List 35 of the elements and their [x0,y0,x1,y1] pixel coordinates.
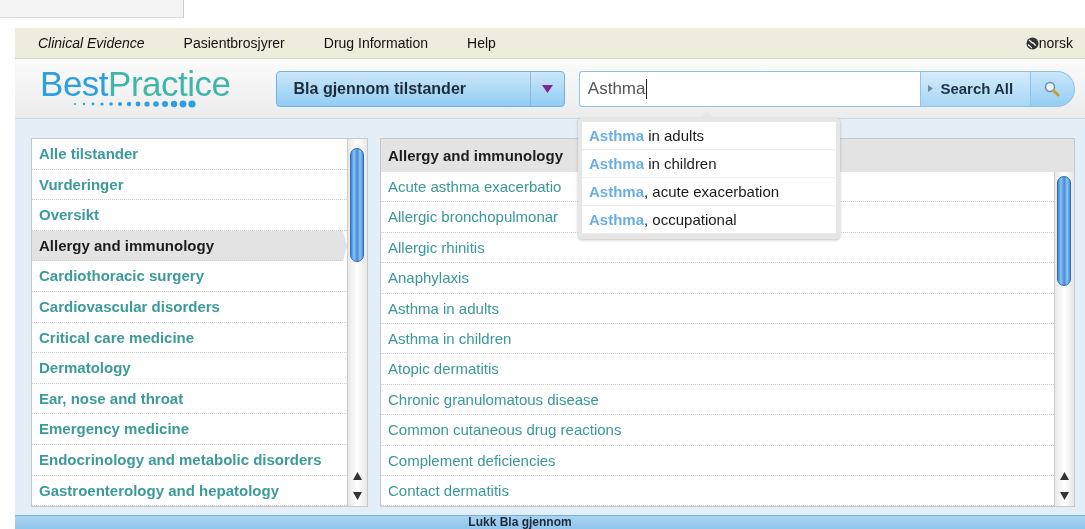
nav-link[interactable]: Drug Information [323,35,429,51]
suggestion-item[interactable]: Asthma in children [582,150,836,178]
language-link[interactable]: norsk [1038,35,1073,51]
topic-link[interactable]: Chronic granulomatous disease [381,384,1054,416]
scrollbar[interactable] [1054,172,1074,506]
topic-link[interactable]: Asthma in adults [381,293,1054,324]
search-field[interactable]: Asthma [578,70,921,107]
scroll-up-icon[interactable] [1060,472,1069,480]
play-icon [928,85,934,92]
scroll-down-icon[interactable] [353,492,362,500]
suggestion-item[interactable]: Asthma, acute exacerbation [582,178,836,206]
globe-icon [1025,36,1039,50]
nav-link[interactable]: Clinical Evidence [38,35,145,51]
topic-link[interactable]: Asthma in children [381,323,1054,355]
category-item[interactable]: Allergy and immunology [32,230,347,262]
topic-link[interactable]: Anaphylaxis [381,263,1054,294]
caret-icon [541,84,553,93]
scrollbar-thumb[interactable] [350,148,364,262]
suggestion-item[interactable]: Asthma in adults [582,122,836,150]
nav-link[interactable]: Help [467,35,496,51]
nav-link[interactable]: Pasientbrosjyrer [183,35,285,51]
scrollbar[interactable] [347,139,367,506]
topic-link[interactable]: Atopic dermatitis [381,354,1054,385]
search-all-button[interactable]: Search All [920,70,1031,107]
suggestion-item[interactable]: Asthma, occupational [582,206,836,234]
topic-link[interactable]: Complement deficiencies [381,445,1054,476]
search-icon [1044,80,1061,97]
scroll-up-icon[interactable] [353,472,362,480]
scroll-down-icon[interactable] [1060,492,1069,500]
topic-link[interactable]: Contact dermatitis [381,475,1054,506]
logo[interactable]: BestPractice [40,65,231,102]
close-browse-link[interactable]: Lukk Bla gjennom [468,516,572,529]
scrollbar-thumb[interactable] [1057,176,1071,286]
topic-link[interactable]: Common cutaneous drug reactions [381,415,1054,446]
browse-dropdown[interactable]: Bla gjennom tilstander [275,70,565,107]
